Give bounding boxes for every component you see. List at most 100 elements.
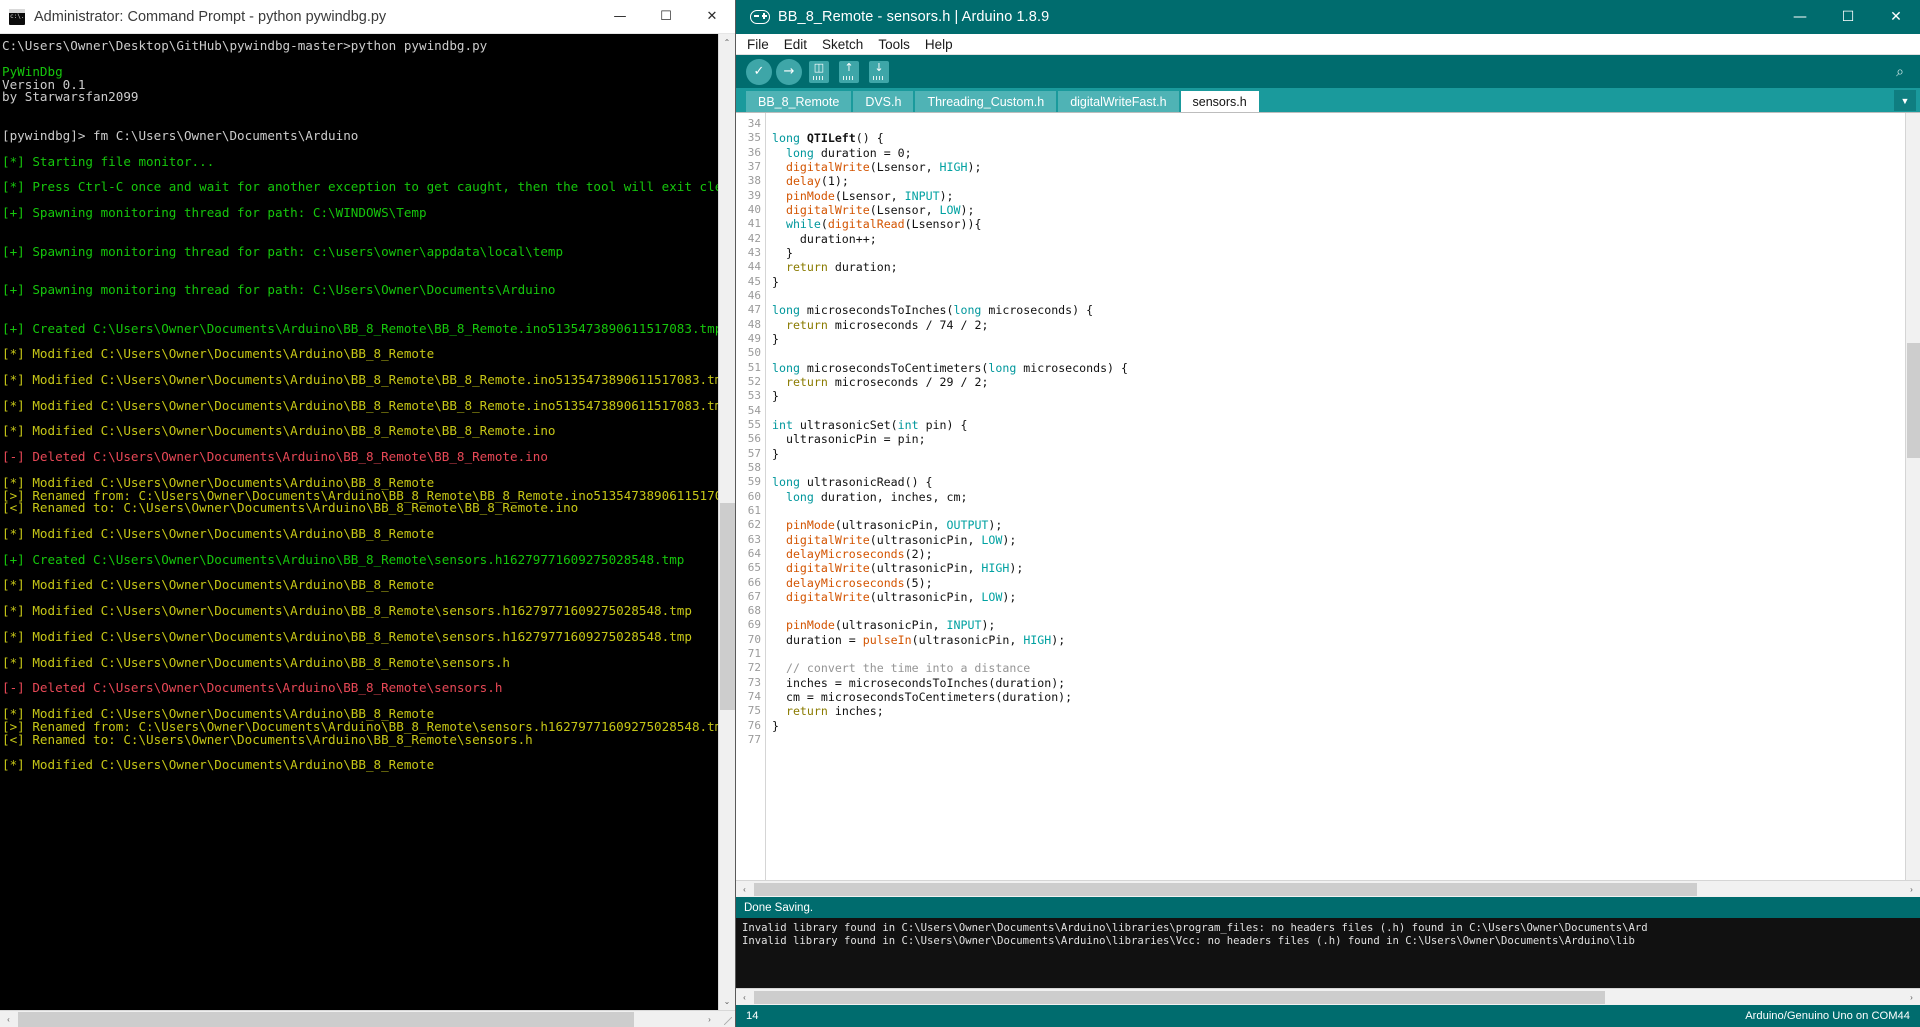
code-line[interactable]: while(digitalRead(Lsensor)){ [772,217,1905,231]
code-line[interactable]: delayMicroseconds(5); [772,576,1905,590]
code-line[interactable]: digitalWrite(ultrasonicPin, LOW); [772,590,1905,604]
editor-vertical-scrollbar[interactable] [1905,113,1920,880]
code-line[interactable]: pinMode(ultrasonicPin, OUTPUT); [772,518,1905,532]
code-line[interactable]: long microsecondsToInches(long microseco… [772,303,1905,317]
code-line[interactable]: delayMicroseconds(2); [772,547,1905,561]
code-line[interactable]: long microsecondsToCentimeters(long micr… [772,361,1905,375]
save-sketch-button[interactable]: ↓ [866,59,892,85]
code-line[interactable]: digitalWrite(Lsensor, HIGH); [772,160,1905,174]
code-line[interactable]: int ultrasonicSet(int pin) { [772,418,1905,432]
code-line[interactable]: return duration; [772,260,1905,274]
command-prompt-titlebar[interactable]: Administrator: Command Prompt - python p… [0,0,735,34]
open-sketch-button[interactable]: ↑ [836,59,862,85]
code-line[interactable]: return microseconds / 74 / 2; [772,318,1905,332]
line-number: 77 [747,733,761,747]
code-line[interactable]: return inches; [772,704,1905,718]
code-line[interactable]: cm = microsecondsToCentimeters(duration)… [772,690,1905,704]
code-line[interactable] [772,504,1905,518]
code-line[interactable] [772,404,1905,418]
editor-code-area[interactable]: long QTILeft() { long duration = 0; digi… [766,113,1905,880]
menu-item-help[interactable]: Help [923,37,955,52]
code-line[interactable]: digitalWrite(ultrasonicPin, LOW); [772,533,1905,547]
line-number: 72 [747,661,761,675]
console-horizontal-scrollbar[interactable]: ‹ › [736,988,1920,1005]
code-line[interactable] [772,647,1905,661]
terminal-horizontal-scrollbar[interactable]: ‹ › [0,1010,735,1027]
code-line[interactable] [772,733,1905,747]
console-scroll-right-icon[interactable]: › [1903,989,1920,1006]
verify-button[interactable]: ✓ [746,58,772,85]
scroll-left-icon[interactable]: ‹ [0,1010,17,1027]
code-line[interactable]: } [772,246,1905,260]
maximize-button[interactable]: ☐ [643,0,689,34]
code-line[interactable]: pinMode(ultrasonicPin, INPUT); [772,618,1905,632]
code-line[interactable]: ultrasonicPin = pin; [772,432,1905,446]
arduino-ide-window: BB_8_Remote - sensors.h | Arduino 1.8.9 … [736,0,1920,1027]
code-line[interactable]: duration++; [772,232,1905,246]
tab-menu-chevron-down-icon[interactable]: ▼ [1894,90,1916,111]
code-line[interactable]: } [772,719,1905,733]
editor-hscroll-thumb[interactable] [754,882,1697,896]
arduino-titlebar[interactable]: BB_8_Remote - sensors.h | Arduino 1.8.9 … [736,0,1920,34]
code-line[interactable]: duration = pulseIn(ultrasonicPin, HIGH); [772,633,1905,647]
scroll-down-icon[interactable]: ⌄ [718,993,735,1010]
upload-button[interactable]: → [776,58,802,85]
code-line[interactable]: // convert the time into a distance [772,661,1905,675]
editor-scroll-right-icon[interactable]: › [1903,881,1920,898]
minimize-button[interactable]: — [597,0,643,34]
code-line[interactable]: long QTILeft() { [772,131,1905,145]
code-line[interactable]: long ultrasonicRead() { [772,475,1905,489]
editor-scroll-left-icon[interactable]: ‹ [736,881,753,898]
code-line[interactable] [772,461,1905,475]
sketch-tab-sensors-h[interactable]: sensors.h [1180,91,1259,112]
console-output[interactable]: Invalid library found in C:\Users\Owner\… [736,918,1920,988]
arduino-close-button[interactable]: ✕ [1872,0,1920,34]
editor-horizontal-scrollbar[interactable]: ‹ › [736,880,1920,897]
code-editor[interactable]: 34 35 36 37 38 39 40 41 42 43 44 45 46 47 48 49 50 51 52 53… [736,112,1920,880]
code-line[interactable]: long duration = 0; [772,146,1905,160]
code-line[interactable] [772,117,1905,131]
code-line[interactable] [772,289,1905,303]
console-scroll-left-icon[interactable]: ‹ [736,989,753,1006]
code-line[interactable]: digitalWrite(Lsensor, LOW); [772,203,1905,217]
close-button[interactable]: ✕ [689,0,735,34]
terminal-line: [+] Created C:\Users\Owner\Documents\Ard… [2,551,685,567]
terminal-vscroll-thumb[interactable] [719,503,735,711]
line-number: 62 [747,518,761,532]
code-line[interactable]: } [772,447,1905,461]
terminal-output[interactable]: C:\Users\Owner\Desktop\GitHub\pywindbg-m… [0,34,718,1010]
code-line[interactable]: digitalWrite(ultrasonicPin, HIGH); [772,561,1905,575]
menu-item-sketch[interactable]: Sketch [820,37,865,52]
sketch-tab-threading-custom-h[interactable]: Threading_Custom.h [915,91,1057,112]
code-line[interactable]: delay(1); [772,174,1905,188]
code-line[interactable]: inches = microsecondsToInches(duration); [772,676,1905,690]
sketch-tab-digitalwritefast-h[interactable]: digitalWriteFast.h [1058,91,1179,112]
menu-item-tools[interactable]: Tools [876,37,912,52]
sketch-tab-dvs-h[interactable]: DVS.h [853,91,914,112]
editor-vscroll-thumb[interactable] [1906,343,1920,459]
arduino-maximize-button[interactable]: ☐ [1824,0,1872,34]
code-line[interactable]: } [772,389,1905,403]
new-sketch-button[interactable]: ◫ [806,59,832,85]
scroll-up-icon[interactable]: ⌃ [718,34,735,51]
code-line[interactable]: pinMode(Lsensor, INPUT); [772,189,1905,203]
menu-item-file[interactable]: File [745,37,771,52]
menu-item-edit[interactable]: Edit [782,37,809,52]
code-line[interactable]: } [772,332,1905,346]
line-number: 47 [747,303,761,317]
arduino-minimize-button[interactable]: — [1776,0,1824,34]
terminal-hscroll-thumb[interactable] [18,1011,634,1027]
resize-grip[interactable] [718,1010,735,1027]
line-number: 66 [747,575,761,589]
code-line[interactable]: return microseconds / 29 / 2; [772,375,1905,389]
code-line[interactable] [772,604,1905,618]
sketch-tab-bb-8-remote[interactable]: BB_8_Remote [746,91,852,112]
arduino-logo-icon [750,10,770,24]
terminal-vertical-scrollbar[interactable]: ⌃ ⌄ [718,34,735,1010]
console-hscroll-thumb[interactable] [754,990,1605,1004]
code-line[interactable]: } [772,275,1905,289]
scroll-right-icon[interactable]: › [701,1010,718,1027]
code-line[interactable]: long duration, inches, cm; [772,490,1905,504]
code-line[interactable] [772,346,1905,360]
serial-monitor-button[interactable]: ⌕ [1887,58,1913,84]
